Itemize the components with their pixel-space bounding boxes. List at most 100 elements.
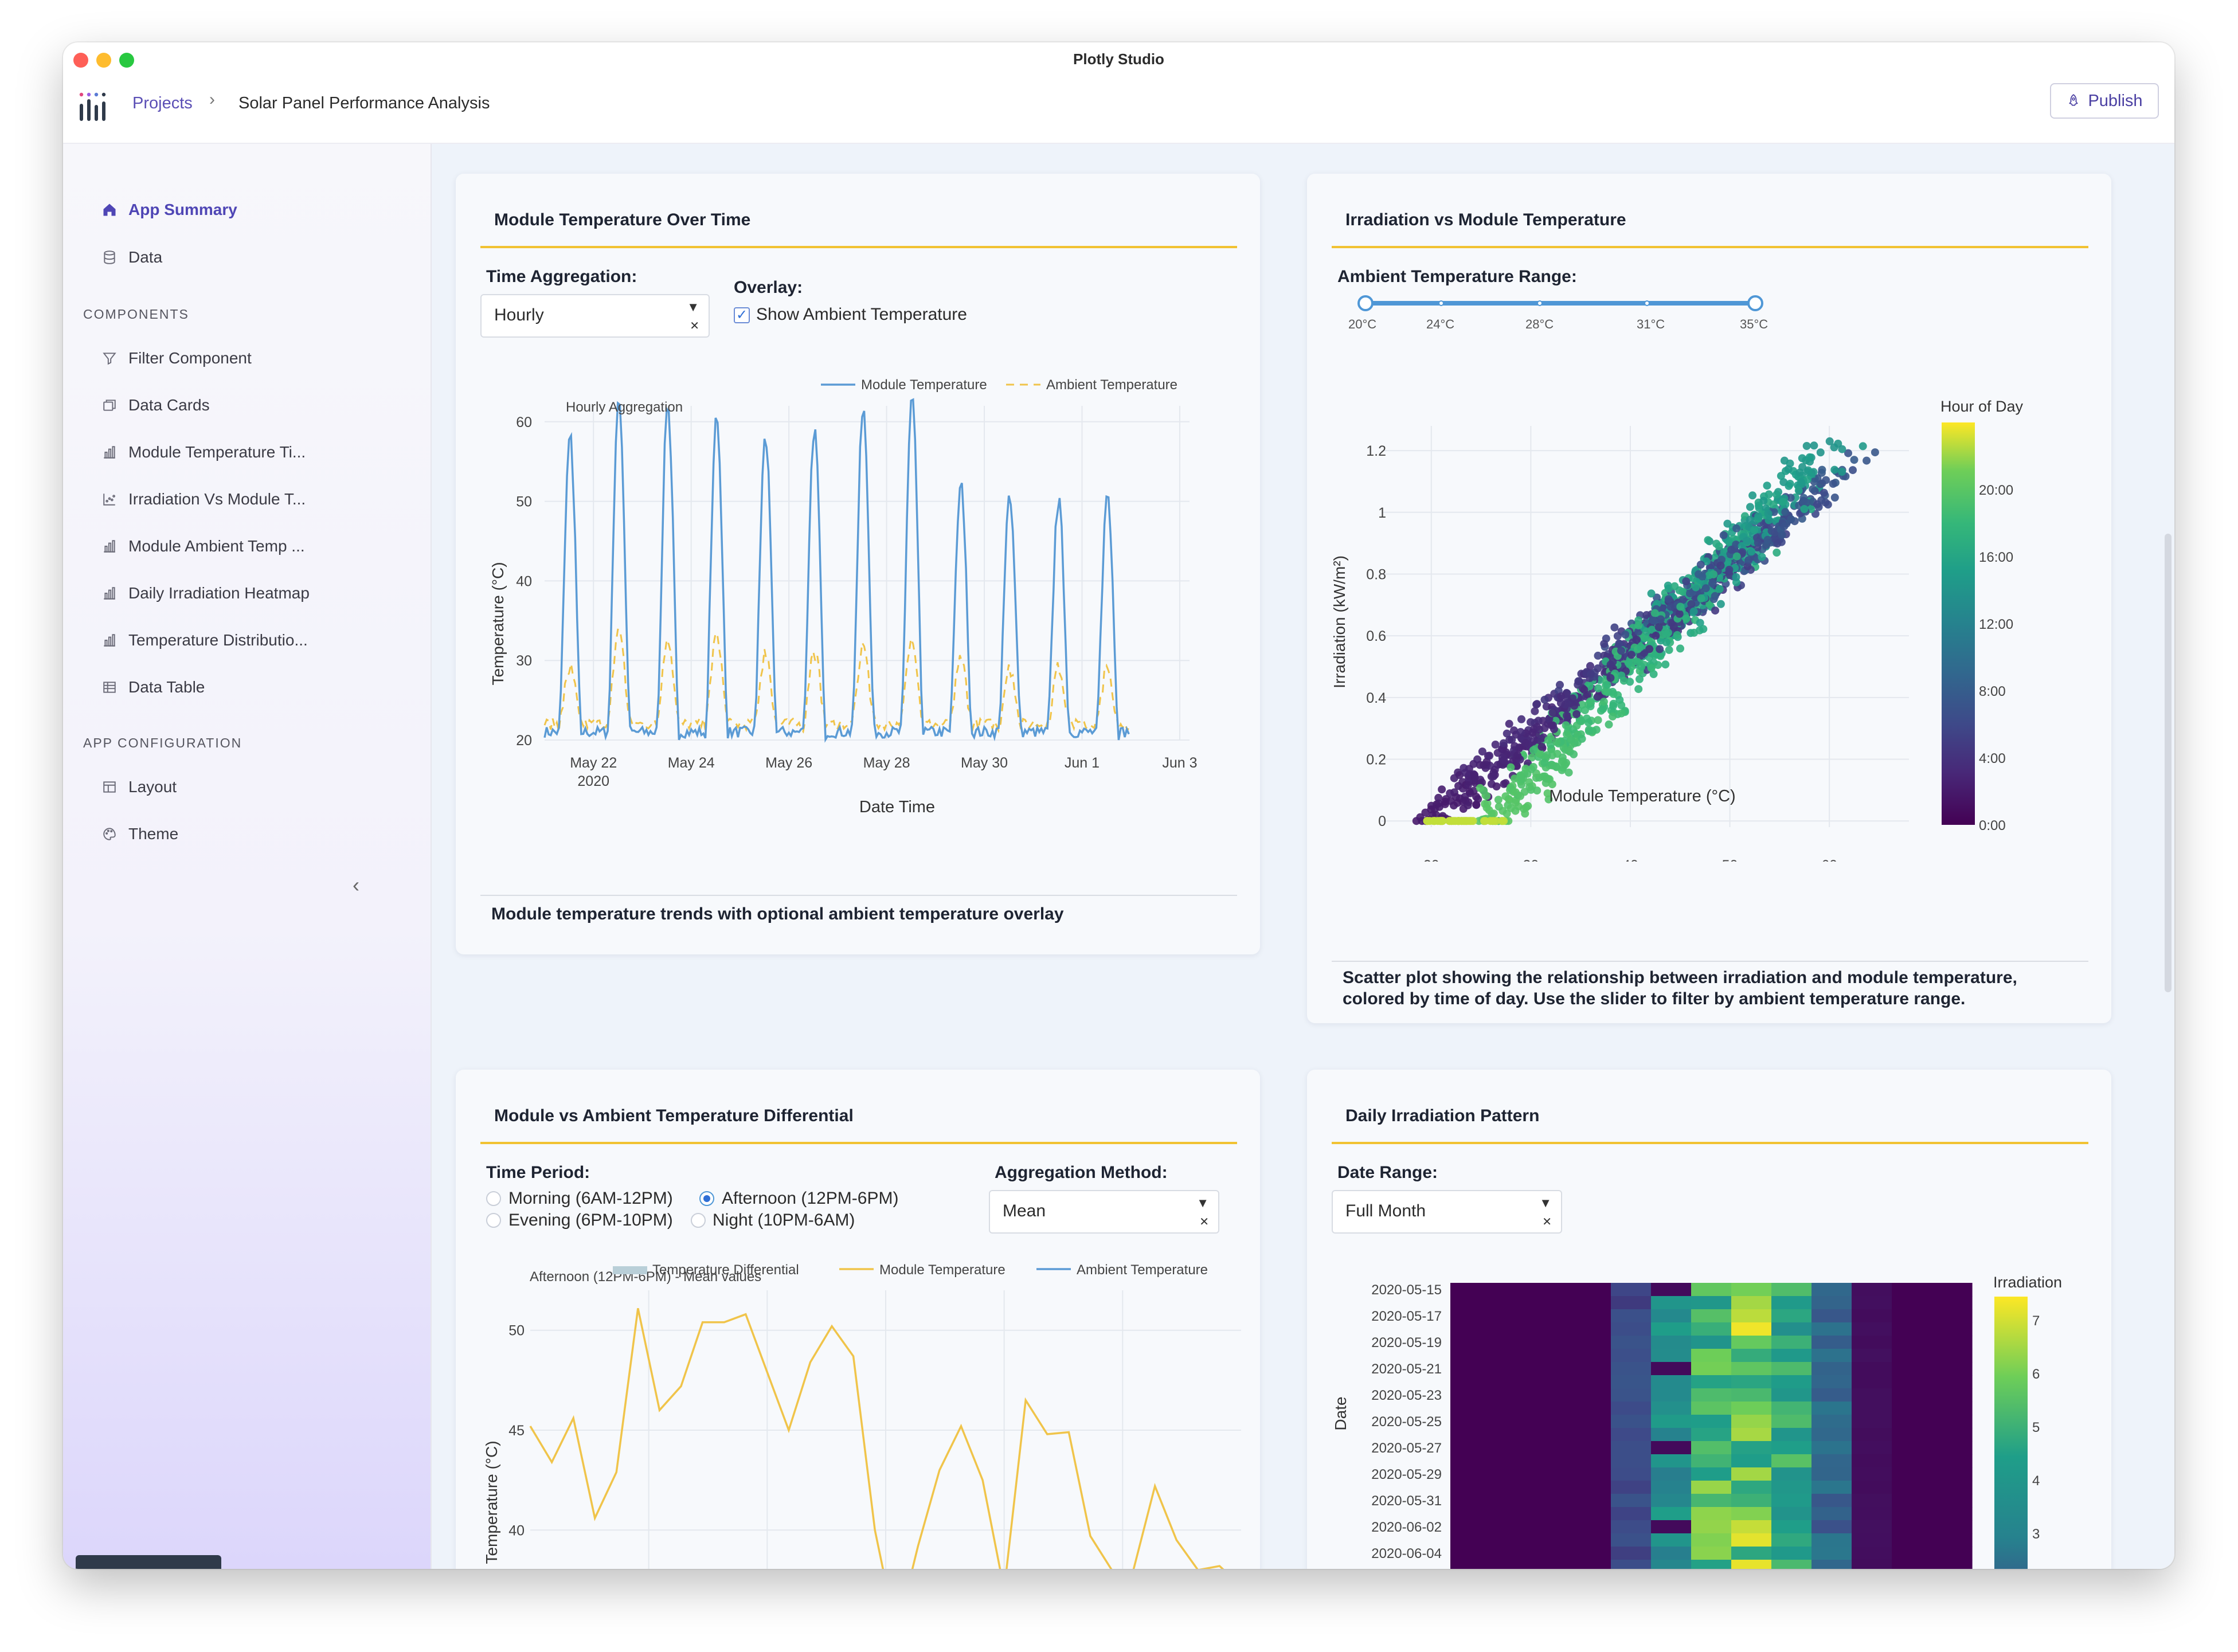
breadcrumb-projects-link[interactable]: Projects — [132, 94, 193, 113]
scatter-point — [1594, 684, 1602, 692]
heatmap-cell — [1531, 1481, 1571, 1494]
scatter-point — [1810, 441, 1818, 450]
sidebar-item-data[interactable]: Data — [63, 240, 407, 275]
scatter-point — [1594, 716, 1602, 725]
heatmap-cell — [1811, 1428, 1852, 1442]
sidebar-item-module-temperature[interactable]: Module Temperature Ti... — [63, 435, 407, 469]
heatmap-cell — [1932, 1547, 1973, 1560]
card-title: Daily Irradiation Pattern — [1345, 1106, 1540, 1125]
scatter-point — [1576, 717, 1585, 725]
clear-icon[interactable]: ✕ — [1542, 1215, 1552, 1229]
radio-evening[interactable] — [486, 1213, 501, 1228]
sidebar-item-theme[interactable]: Theme — [63, 817, 407, 851]
scatter-point — [1818, 465, 1826, 474]
x-axis-label: Date Time — [859, 798, 935, 816]
scatter-point — [1809, 485, 1817, 494]
range-slider-max-handle[interactable] — [1747, 295, 1763, 311]
time-aggregation-dropdown[interactable]: Hourly ▼ ✕ — [480, 294, 710, 338]
publish-button[interactable]: Publish — [2050, 83, 2159, 119]
scatter-point — [1758, 553, 1766, 561]
y-tick-label: 0.8 — [1366, 566, 1386, 582]
aggregation-method-dropdown[interactable]: Mean ▼ ✕ — [989, 1190, 1219, 1234]
card-caption: Scatter plot showing the relationship be… — [1343, 968, 2017, 1008]
scatter-point — [1778, 531, 1786, 539]
collapse-sidebar-button[interactable]: ‹ — [353, 873, 359, 897]
show-ambient-checkbox[interactable]: ✓ — [734, 307, 750, 323]
sidebar-item-label: Theme — [128, 825, 179, 843]
heatmap-cell — [1811, 1494, 1852, 1508]
scatter-point — [1476, 784, 1484, 792]
scatter-point — [1453, 798, 1462, 807]
sidebar-item-layout[interactable]: Layout — [63, 770, 407, 804]
radio-morning[interactable] — [486, 1191, 501, 1206]
date-range-label: Date Range: — [1337, 1163, 1438, 1182]
heatmap-cell — [1771, 1467, 1812, 1481]
heatmap-cell — [1771, 1428, 1812, 1442]
heatmap-cell — [1450, 1533, 1491, 1547]
y-tick-label: 0.2 — [1366, 752, 1386, 768]
heatmap-cell — [1932, 1336, 1973, 1349]
range-slider-track[interactable] — [1366, 301, 1755, 306]
heatmap-cell — [1771, 1520, 1812, 1534]
sidebar-item-app-summary[interactable]: App Summary — [63, 193, 407, 227]
x-tick-label: May 22 — [570, 755, 617, 771]
x-tick-label: 40 — [1622, 858, 1638, 862]
slider-mark-label: 28°C — [1525, 317, 1554, 331]
sidebar-item-label: Module Ambient Temp ... — [128, 537, 305, 555]
scatter-point — [1664, 595, 1673, 604]
scatter-point — [1699, 625, 1708, 633]
scatter-point — [1561, 761, 1569, 769]
x-tick-label: 20 — [1423, 858, 1439, 862]
scatter-point — [1711, 592, 1719, 600]
sidebar-item-data-cards[interactable]: Data Cards — [63, 388, 407, 422]
heatmap-cell — [1892, 1336, 1932, 1349]
heatmap-cell — [1852, 1560, 1892, 1569]
chevron-down-icon: ▼ — [687, 300, 699, 314]
heatmap-cell — [1531, 1415, 1571, 1428]
window-title: Plotly Studio — [1073, 50, 1164, 68]
heatmap-cell — [1731, 1402, 1772, 1415]
sidebar-item-data-table[interactable]: Data Table — [63, 670, 407, 704]
y-tick-label: 45 — [508, 1423, 525, 1439]
scatter-point — [1613, 632, 1622, 640]
card-daily-irradiation-pattern: Daily Irradiation Pattern Date Range: Fu… — [1307, 1070, 2111, 1569]
date-label: 2020-05-31 — [1371, 1493, 1442, 1509]
heatmap-cell — [1731, 1296, 1772, 1310]
main-scrollbar[interactable] — [2165, 534, 2172, 992]
heatmap-cell — [1892, 1520, 1932, 1534]
components-heading: COMPONENTS — [83, 307, 189, 322]
radio-night[interactable] — [691, 1213, 706, 1228]
scatter-point — [1472, 800, 1481, 809]
scatter-point — [1568, 694, 1577, 703]
slider-mark-dot — [1537, 300, 1543, 306]
table-icon — [100, 678, 119, 696]
edit-theme-button[interactable]: EDIT THEME — [76, 1555, 221, 1569]
range-slider-min-handle[interactable] — [1357, 295, 1374, 311]
date-label: 2020-05-27 — [1371, 1440, 1442, 1456]
colorbar-tick-label: 8:00 — [1979, 684, 2006, 699]
scatter-points — [1412, 437, 1879, 825]
sidebar-item-module-ambient-temp[interactable]: Module Ambient Temp ... — [63, 529, 407, 563]
scatter-point — [1540, 695, 1549, 704]
heatmap-cell — [1811, 1507, 1852, 1521]
scatter-point — [1744, 556, 1753, 565]
heatmap-cell — [1852, 1283, 1892, 1297]
bar-chart-icon — [100, 631, 119, 649]
heatmap-cell — [1531, 1309, 1571, 1323]
heatmap-cell — [1811, 1349, 1852, 1363]
date-range-dropdown[interactable]: Full Month ▼ ✕ — [1332, 1190, 1562, 1234]
sidebar-item-filter-component[interactable]: Filter Component — [63, 341, 407, 375]
sidebar-item-irradiation-vs-module[interactable]: Irradiation Vs Module T... — [63, 482, 407, 516]
sidebar-item-daily-irradiation-heatmap[interactable]: Daily Irradiation Heatmap — [63, 576, 407, 610]
radio-afternoon[interactable] — [699, 1191, 714, 1206]
colorbar — [1942, 422, 1975, 825]
clear-icon[interactable]: ✕ — [1199, 1215, 1209, 1229]
scatter-point — [1708, 579, 1717, 588]
sidebar-item-temperature-distribution[interactable]: Temperature Distributio... — [63, 623, 407, 657]
x-tick-label: 60 — [1821, 858, 1837, 862]
heatmap-cell — [1932, 1507, 1973, 1521]
heatmap-cell — [1731, 1520, 1772, 1534]
clear-icon[interactable]: ✕ — [690, 319, 699, 333]
scatter-point — [1531, 707, 1539, 715]
scatter-point — [1464, 817, 1472, 825]
